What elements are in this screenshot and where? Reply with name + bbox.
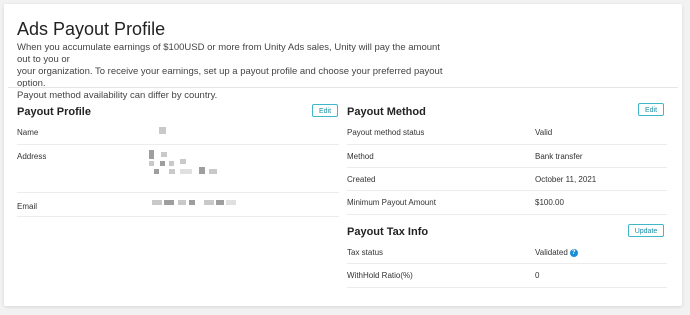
payout-tax-info-title: Payout Tax Info <box>347 226 429 238</box>
row-divider <box>347 263 667 264</box>
description-line-3: Payout method availability can differ by… <box>17 90 218 101</box>
ads-payout-profile-card: Ads Payout Profile When you accumulate e… <box>4 4 682 306</box>
profile-address-label: Address <box>17 152 47 161</box>
tax-status-value: Validated <box>535 248 568 257</box>
minimum-payout-amount-value: $100.00 <box>535 198 564 207</box>
row-divider <box>17 216 339 217</box>
payout-method-status-label: Payout method status <box>347 128 425 137</box>
profile-name-label: Name <box>17 128 39 137</box>
profile-name-value-redacted <box>159 127 166 134</box>
withhold-ratio-value: 0 <box>535 271 540 280</box>
payout-method-status-value: Valid <box>535 128 553 137</box>
withhold-ratio-label: WithHold Ratio(%) <box>347 271 413 280</box>
row-divider <box>347 287 667 288</box>
payout-profile-title: Payout Profile <box>17 106 91 118</box>
payout-method-title: Payout Method <box>347 106 426 118</box>
page-title: Ads Payout Profile <box>17 19 166 39</box>
created-label: Created <box>347 175 376 184</box>
row-divider <box>17 192 339 193</box>
page-description: When you accumulate earnings of $100USD … <box>17 42 447 102</box>
method-value: Bank transfer <box>535 152 583 161</box>
row-divider <box>17 144 339 145</box>
created-value: October 11, 2021 <box>535 175 597 184</box>
header-divider <box>8 87 678 88</box>
description-line-1: When you accumulate earnings of $100USD … <box>17 42 440 65</box>
payout-method-edit-button[interactable]: Edit <box>638 103 664 116</box>
tax-status-label: Tax status <box>347 248 384 257</box>
row-divider <box>347 167 667 168</box>
profile-email-label: Email <box>17 202 38 211</box>
method-label: Method <box>347 152 374 161</box>
payout-tax-info-update-button[interactable]: Update <box>628 224 664 237</box>
tax-status-value-group: Validated? <box>535 248 578 258</box>
row-divider <box>347 144 667 145</box>
row-divider <box>347 214 667 215</box>
minimum-payout-amount-label: Minimum Payout Amount <box>347 198 436 207</box>
question-circle-icon[interactable]: ? <box>569 248 578 257</box>
row-divider <box>347 190 667 191</box>
payout-profile-edit-button[interactable]: Edit <box>312 104 338 117</box>
